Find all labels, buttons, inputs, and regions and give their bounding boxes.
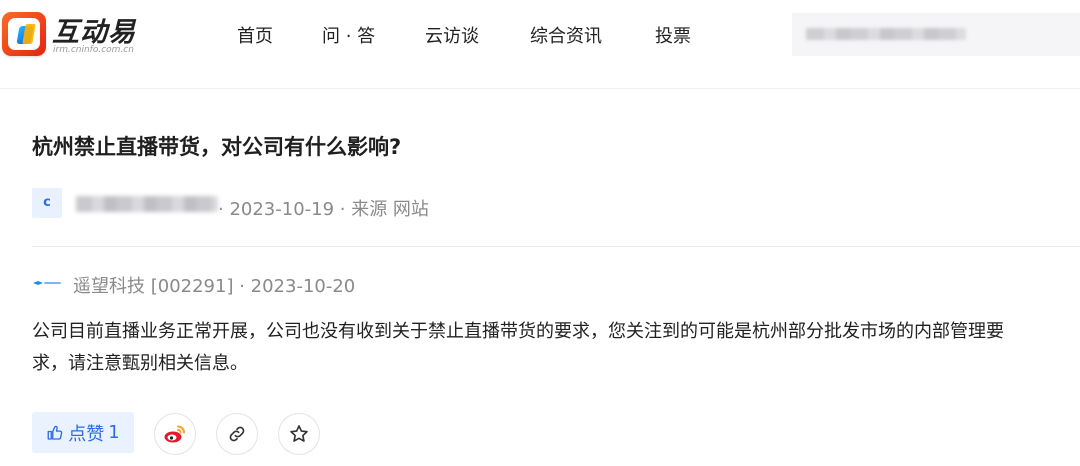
weibo-icon: [164, 425, 185, 443]
company-logo-icon: [33, 281, 61, 285]
brand-name[interactable]: 互动易: [52, 10, 136, 49]
logo-mark-yellow: [22, 24, 36, 44]
thumbs-up-icon: [47, 425, 63, 440]
answer-company[interactable]: 遥望科技 [002291] · 2023-10-20: [73, 272, 355, 298]
brand-domain: irm.cninfo.com.cn: [53, 45, 134, 55]
like-label: 点赞: [68, 423, 105, 445]
favorite-button[interactable]: [278, 413, 320, 455]
search-box[interactable]: [792, 13, 1080, 56]
top-header: 互动易 irm.cninfo.com.cn 首页 问 · 答 云访谈 综合资讯 …: [0, 0, 1080, 89]
question-meta: · 2023-10-19 · 来源 网站: [218, 199, 429, 220]
asker-avatar[interactable]: c: [32, 188, 62, 218]
search-placeholder-blurred: [806, 28, 966, 40]
copy-link-button[interactable]: [216, 413, 258, 455]
site-logo-icon[interactable]: [2, 12, 46, 56]
nav-home[interactable]: 首页: [237, 22, 273, 48]
asker-name-blurred: [76, 196, 218, 212]
nav-vote[interactable]: 投票: [655, 22, 691, 48]
like-button[interactable]: 点赞 1: [32, 412, 134, 453]
answer-text-line: 求，请注意甄别相关信息。: [32, 353, 248, 374]
star-icon: [290, 425, 308, 442]
answer-text: 公司目前直播业务正常开展，公司也没有收到关于禁止直播带货的要求，您关注到的可能是…: [32, 316, 1080, 380]
divider: [32, 246, 1080, 247]
nav-news[interactable]: 综合资讯: [530, 22, 602, 48]
question-title: 杭州禁止直播带货，对公司有什么影响?: [32, 135, 402, 159]
logo-inner: [8, 18, 40, 50]
nav-cloud-interview[interactable]: 云访谈: [425, 22, 479, 48]
like-count: 1: [108, 422, 120, 443]
share-weibo-button[interactable]: [154, 413, 196, 455]
nav-qa[interactable]: 问 · 答: [322, 22, 375, 48]
answer-text-line: 公司目前直播业务正常开展，公司也没有收到关于禁止直播带货的要求，您关注到的可能是…: [32, 321, 1004, 342]
link-icon: [229, 426, 245, 442]
